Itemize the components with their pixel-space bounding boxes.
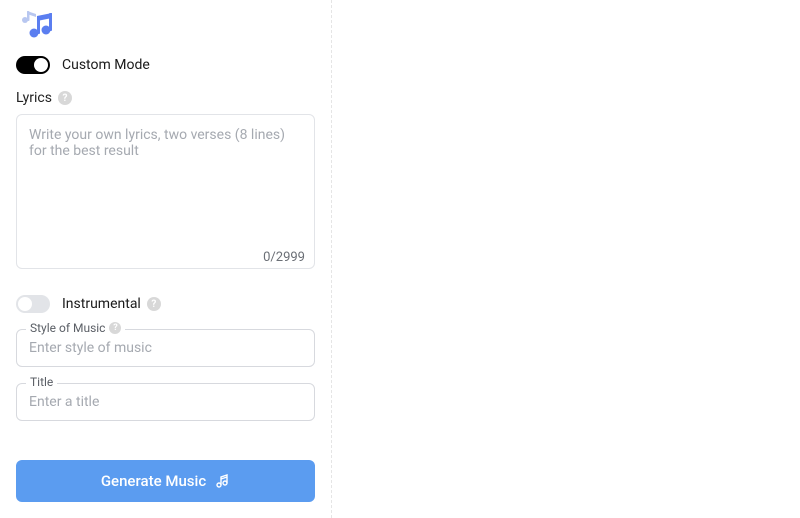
style-label: Style of Music	[30, 321, 105, 335]
music-logo	[16, 10, 56, 38]
instrumental-label: Instrumental	[62, 296, 141, 312]
instrumental-toggle[interactable]	[16, 295, 50, 313]
title-label: Title	[30, 375, 53, 389]
help-icon[interactable]: ?	[147, 297, 161, 311]
generate-button[interactable]: Generate Music	[16, 460, 315, 502]
lyrics-label: Lyrics	[16, 90, 52, 106]
lyrics-textarea[interactable]	[16, 114, 315, 269]
help-icon[interactable]: ?	[58, 91, 72, 105]
custom-mode-label: Custom Mode	[62, 57, 150, 73]
title-input[interactable]	[16, 383, 315, 421]
generate-label: Generate Music	[101, 472, 206, 490]
music-note-icon	[214, 473, 230, 489]
custom-mode-toggle[interactable]	[16, 56, 50, 74]
help-icon[interactable]: ?	[109, 322, 121, 334]
